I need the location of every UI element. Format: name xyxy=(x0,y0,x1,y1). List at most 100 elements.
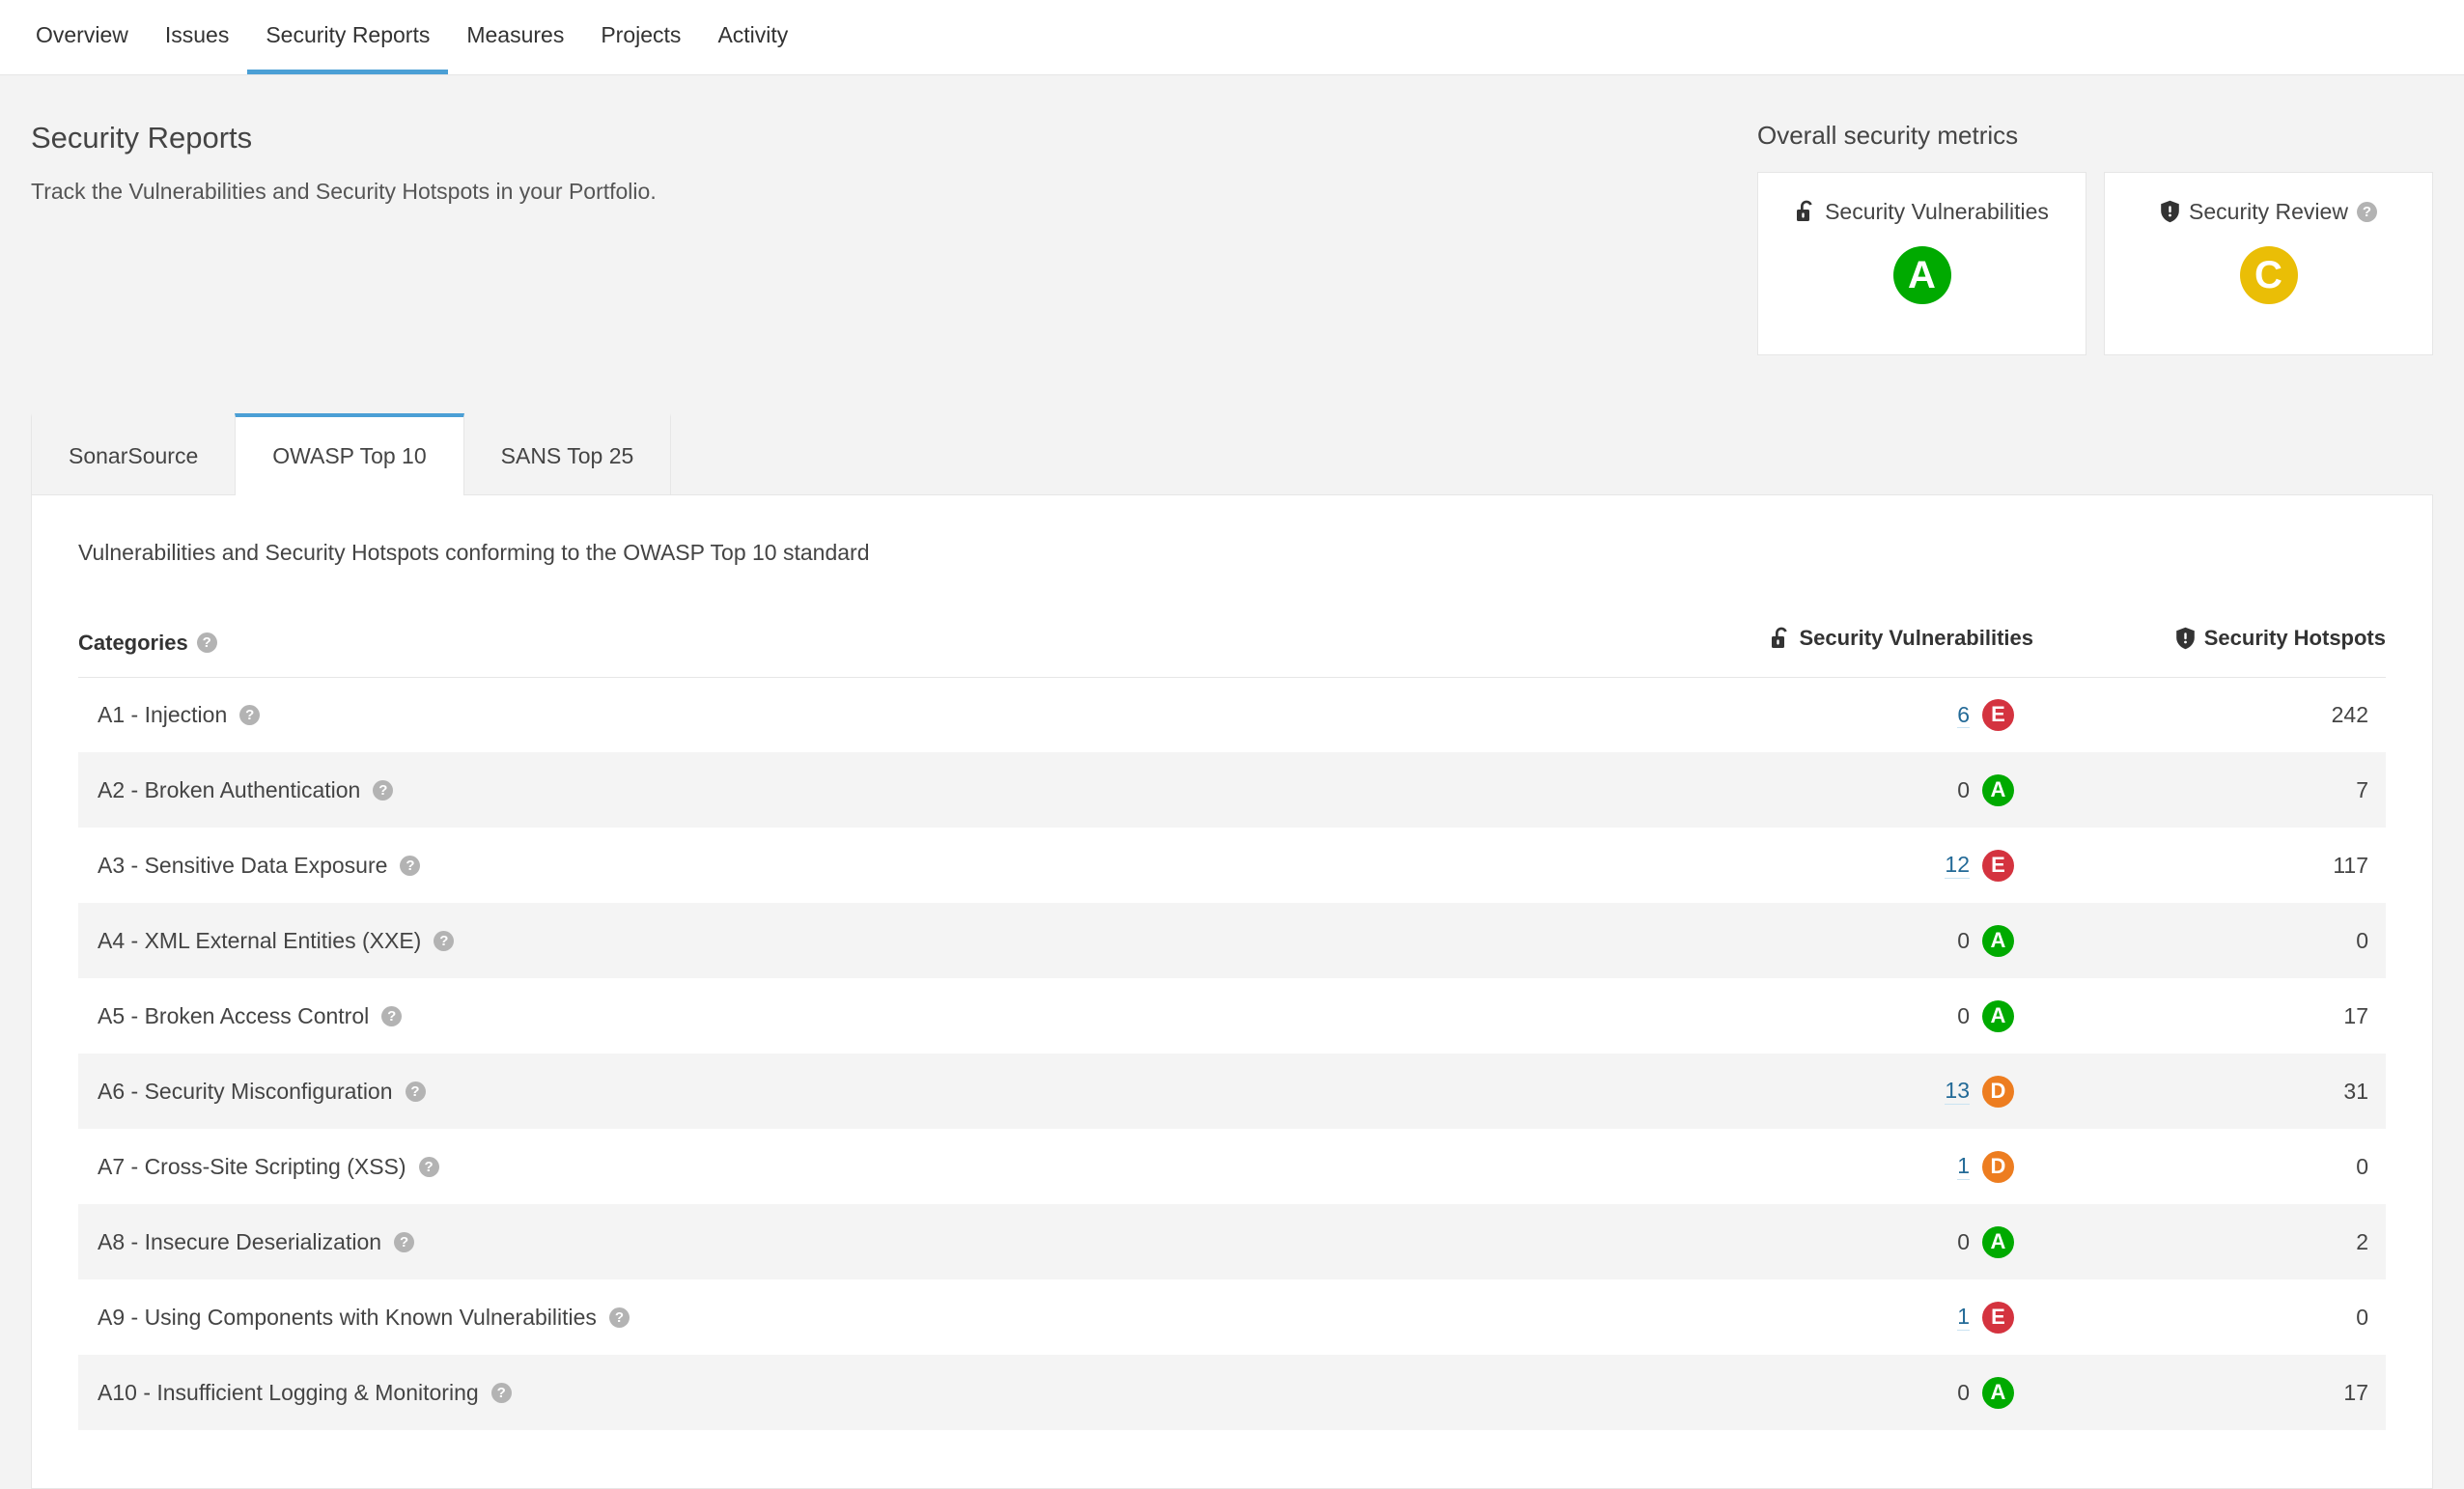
cell-security-vulnerabilities: 1D xyxy=(1570,1129,2033,1204)
categories-header-label: Categories xyxy=(78,631,188,656)
vulnerability-rating-badge: D xyxy=(1982,1076,2014,1108)
tab-sans-top-25[interactable]: SANS Top 25 xyxy=(463,413,672,494)
category-label: A4 - XML External Entities (XXE) xyxy=(98,928,421,954)
column-header-categories: Categories ? xyxy=(78,626,1570,678)
nav-item-security-reports[interactable]: Security Reports xyxy=(247,0,448,74)
category-help-icon[interactable]: ? xyxy=(394,1232,414,1252)
hotspot-count: 242 xyxy=(2332,702,2368,727)
vulnerability-count-link[interactable]: 13 xyxy=(1945,1078,1970,1104)
category-help-icon[interactable]: ? xyxy=(400,856,420,876)
vulnerability-count: 0 xyxy=(1957,1380,1970,1406)
table-row: A4 - XML External Entities (XXE)?0A0 xyxy=(78,903,2386,978)
table-row: A5 - Broken Access Control?0A17 xyxy=(78,978,2386,1054)
column-header-security-hotspots: Security Hotspots xyxy=(2033,626,2386,678)
tab-owasp-top-10[interactable]: OWASP Top 10 xyxy=(235,413,463,495)
metrics-title: Overall security metrics xyxy=(1757,122,2433,150)
vulnerability-count-link[interactable]: 6 xyxy=(1957,702,1970,728)
category-help-icon[interactable]: ? xyxy=(373,780,393,801)
cell-category: A8 - Insecure Deserialization? xyxy=(78,1204,1570,1279)
category-label: A7 - Cross-Site Scripting (XSS) xyxy=(98,1154,406,1180)
table-row: A8 - Insecure Deserialization?0A2 xyxy=(78,1204,2386,1279)
metric-rating-badge: C xyxy=(2240,246,2298,304)
cell-security-hotspots: 242 xyxy=(2033,677,2386,752)
nav-item-label: Activity xyxy=(717,24,788,46)
category-help-icon[interactable]: ? xyxy=(434,931,454,951)
vulnerability-count: 0 xyxy=(1957,1229,1970,1255)
nav-item-label: Issues xyxy=(165,24,229,46)
vulnerability-count-link[interactable]: 1 xyxy=(1957,1153,1970,1179)
vulnerability-rating-badge: E xyxy=(1982,699,2014,731)
nav-item-measures[interactable]: Measures xyxy=(448,0,582,74)
cell-security-vulnerabilities: 0A xyxy=(1570,1355,2033,1430)
tab-label: OWASP Top 10 xyxy=(272,443,426,468)
cell-security-vulnerabilities: 0A xyxy=(1570,978,2033,1054)
category-help-icon[interactable]: ? xyxy=(381,1006,402,1026)
table-row: A10 - Insufficient Logging & Monitoring?… xyxy=(78,1355,2386,1430)
nav-item-issues[interactable]: Issues xyxy=(147,0,247,74)
cell-security-vulnerabilities: 12 E xyxy=(1570,828,2033,903)
category-help-icon[interactable]: ? xyxy=(491,1383,512,1403)
vulnerability-count-link[interactable]: 1 xyxy=(1957,1304,1970,1330)
hotspot-count: 0 xyxy=(2356,928,2368,953)
metric-card-label: Security Vulnerabilities xyxy=(1825,199,2049,225)
cell-category: A6 - Security Misconfiguration? xyxy=(78,1054,1570,1129)
category-label: A10 - Insufficient Logging & Monitoring xyxy=(98,1380,479,1406)
tab-label: SANS Top 25 xyxy=(501,443,634,468)
metric-rating-wrapper: A xyxy=(1758,225,2086,304)
nav-item-activity[interactable]: Activity xyxy=(699,0,806,74)
nav-item-label: Security Reports xyxy=(266,24,430,46)
category-label: A3 - Sensitive Data Exposure xyxy=(98,853,387,879)
category-help-icon[interactable]: ? xyxy=(609,1307,630,1328)
hotspot-count: 17 xyxy=(2343,1380,2368,1405)
categories-help-icon[interactable]: ? xyxy=(197,632,217,653)
cell-category: A2 - Broken Authentication? xyxy=(78,752,1570,828)
category-help-icon[interactable]: ? xyxy=(239,705,260,725)
nav-item-label: Measures xyxy=(466,24,564,46)
cell-category: A4 - XML External Entities (XXE)? xyxy=(78,903,1570,978)
vulnerability-rating-badge: A xyxy=(1982,925,2014,957)
vulnerability-rating-badge: A xyxy=(1982,774,2014,806)
cell-security-hotspots: 0 xyxy=(2033,1279,2386,1355)
vulnerability-rating-badge: E xyxy=(1982,1302,2014,1334)
page-subtitle: Track the Vulnerabilities and Security H… xyxy=(31,179,657,205)
cell-security-hotspots: 17 xyxy=(2033,1355,2386,1430)
nav-item-label: Projects xyxy=(601,24,681,46)
metric-rating-badge: A xyxy=(1893,246,1951,304)
cell-security-vulnerabilities: 0A xyxy=(1570,1204,2033,1279)
security-report-table: Categories ? xyxy=(78,626,2386,1431)
cell-category: A1 - Injection? xyxy=(78,677,1570,752)
metric-help-icon[interactable]: ? xyxy=(2357,202,2377,222)
cell-category: A10 - Insufficient Logging & Monitoring? xyxy=(78,1355,1570,1430)
category-label: A6 - Security Misconfiguration xyxy=(98,1079,393,1105)
category-label: A8 - Insecure Deserialization xyxy=(98,1229,381,1255)
standard-tabs: SonarSource OWASP Top 10 SANS Top 25 xyxy=(31,413,2433,494)
category-help-icon[interactable]: ? xyxy=(406,1082,426,1102)
table-row: A3 - Sensitive Data Exposure? 12 E 117 xyxy=(78,828,2386,903)
cell-security-vulnerabilities: 1E xyxy=(1570,1279,2033,1355)
category-label: A1 - Injection xyxy=(98,702,227,728)
tab-sonarsource[interactable]: SonarSource xyxy=(31,413,236,494)
page-header: Security Reports Track the Vulnerabiliti… xyxy=(31,75,2433,355)
metric-card-list: Security Vulnerabilities A Security Review… xyxy=(1757,172,2433,355)
cell-security-hotspots: 2 xyxy=(2033,1204,2386,1279)
hotspots-header-label: Security Hotspots xyxy=(2204,626,2386,651)
metric-card-security-vulnerabilities: Security Vulnerabilities A xyxy=(1757,172,2086,355)
metric-card-label-row: Security Review? xyxy=(2105,199,2432,225)
shield-icon xyxy=(2175,627,2196,650)
cell-security-hotspots: 31 xyxy=(2033,1054,2386,1129)
cell-security-hotspots: 0 xyxy=(2033,1129,2386,1204)
cell-security-vulnerabilities: 6E xyxy=(1570,677,2033,752)
vulnerability-count-link[interactable]: 12 xyxy=(1945,852,1970,878)
cell-security-hotspots: 117 xyxy=(2033,828,2386,903)
nav-item-projects[interactable]: Projects xyxy=(582,0,699,74)
table-header-row: Categories ? xyxy=(78,626,2386,678)
nav-item-label: Overview xyxy=(36,24,128,46)
vulnerability-rating-badge: E xyxy=(1982,850,2014,882)
vulnerability-count: 0 xyxy=(1957,1003,1970,1029)
table-row: A1 - Injection?6E242 xyxy=(78,677,2386,752)
report-panel: Vulnerabilities and Security Hotspots co… xyxy=(31,494,2433,1489)
category-help-icon[interactable]: ? xyxy=(419,1157,439,1177)
category-label: A9 - Using Components with Known Vulnera… xyxy=(98,1305,597,1331)
vulnerability-rating-badge: A xyxy=(1982,1377,2014,1409)
nav-item-overview[interactable]: Overview xyxy=(17,0,147,74)
